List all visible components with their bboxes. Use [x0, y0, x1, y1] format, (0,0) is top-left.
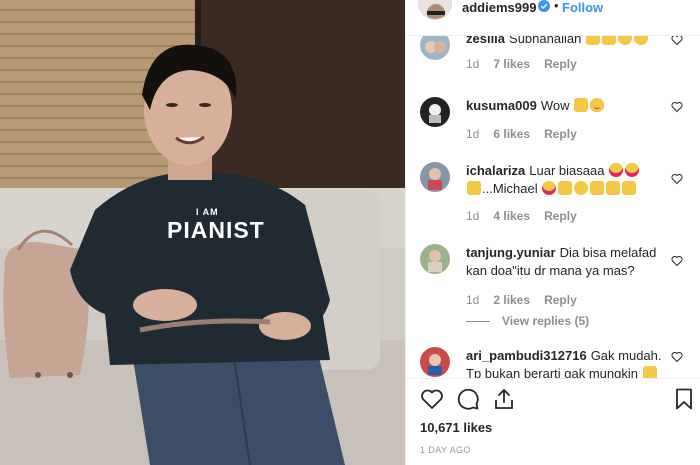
author-username[interactable]: addiems999: [462, 0, 536, 15]
comment-icon[interactable]: [456, 387, 480, 411]
like-comment-heart-icon[interactable]: [671, 255, 683, 267]
reply-button[interactable]: Reply: [544, 57, 577, 71]
emoji-clap-icon: [574, 98, 589, 112]
share-icon[interactable]: [492, 387, 516, 411]
like-comment-heart-icon[interactable]: [671, 101, 683, 113]
comment-username[interactable]: ari_pambudi312716: [466, 348, 587, 363]
follow-button[interactable]: Follow: [562, 0, 603, 15]
emoji-heart-eyes-icon: [609, 163, 624, 177]
comment-meta: 1d 7 likes Reply: [466, 57, 591, 71]
comment-text-block: tanjung.yuniar Dia bisa melafad kan doa"i…: [466, 244, 671, 280]
emoji-clap-icon: [606, 181, 621, 195]
comment-likes[interactable]: 7 likes: [493, 57, 530, 71]
like-comment-heart-icon[interactable]: [671, 351, 683, 363]
comment-username[interactable]: tanjung.yuniar: [466, 245, 556, 260]
post-actions: 10,671 likes 1 DAY AGO: [406, 378, 700, 465]
reply-button[interactable]: Reply: [544, 293, 577, 307]
comment-body: Wow: [540, 98, 570, 113]
post-media[interactable]: I AM PIANIST: [0, 0, 405, 465]
commenter-avatar[interactable]: [420, 244, 450, 274]
emoji-clap-icon: [642, 366, 657, 378]
comment-time: 1d: [466, 127, 480, 141]
post-timestamp[interactable]: 1 DAY AGO: [420, 445, 471, 455]
emoji-heart-eyes-icon: [542, 181, 557, 195]
view-replies-button[interactable]: View replies (5): [466, 314, 589, 328]
comment-username[interactable]: kusuma009: [466, 98, 537, 113]
comment-body-line2: kan doa"itu dr mana ya mas?: [466, 263, 635, 278]
emoji-pray-icon: [467, 181, 481, 195]
emoji-grin-icon: [633, 36, 648, 45]
like-heart-icon[interactable]: [420, 387, 444, 411]
like-comment-heart-icon[interactable]: [671, 173, 683, 185]
comment-text-block: ichalariza Luar biasaaa ...Michael: [466, 162, 671, 198]
emoji-clap-icon: [590, 181, 605, 195]
emoji-heart-eyes-icon: [625, 163, 640, 177]
post-header: addiems999 • Follow: [406, 0, 700, 36]
post-side-panel: addiems999 • Follow zesilia Subhanallah 1…: [405, 0, 700, 465]
author-avatar[interactable]: [418, 0, 452, 20]
comment-text-block: zesilia Subhanallah: [466, 36, 671, 48]
comment-body-line2: ...Michael: [482, 181, 538, 196]
like-comment-heart-icon[interactable]: [671, 36, 683, 46]
comment-meta: 1d 4 likes Reply: [466, 209, 591, 223]
comment-body: Luar biasaaa: [529, 163, 605, 178]
emoji-clap-icon: [585, 36, 600, 45]
emoji-grin-icon: [574, 181, 589, 195]
comment-username[interactable]: ichalariza: [466, 163, 525, 178]
comment-text-block: kusuma009 Wow: [466, 97, 671, 115]
comments-list[interactable]: zesilia Subhanallah 1d 7 likes Reply kusuma…: [406, 36, 700, 378]
commenter-avatar[interactable]: [420, 347, 450, 377]
comment-text-block: ari_pambudi312716 Gak mudah. Tp bukan ber…: [466, 347, 671, 378]
comment-body: Dia bisa melafad: [559, 245, 657, 260]
emoji-clap-icon: [622, 181, 637, 195]
comment-meta: 1d 6 likes Reply: [466, 127, 591, 141]
shirt-print-big: PIANIST: [167, 217, 265, 243]
shirt-print-small: I AM: [196, 207, 219, 217]
likes-count[interactable]: 10,671 likes: [420, 420, 492, 435]
comment-time: 1d: [466, 293, 480, 307]
view-replies-line: [466, 320, 490, 322]
comment-time: 1d: [466, 57, 480, 71]
comment-username[interactable]: zesilia: [466, 36, 505, 46]
commenter-avatar[interactable]: [420, 36, 450, 60]
reply-button[interactable]: Reply: [544, 127, 577, 141]
comment-body: Subhanallah: [509, 36, 582, 46]
emoji-clap-icon: [601, 36, 616, 45]
commenter-avatar[interactable]: [420, 97, 450, 127]
view-replies-label: View replies (5): [502, 314, 590, 328]
comment-likes[interactable]: 4 likes: [493, 209, 530, 223]
comment-body: Gak mudah.: [590, 348, 662, 363]
commenter-avatar[interactable]: [420, 162, 450, 192]
comment-likes[interactable]: 6 likes: [493, 127, 530, 141]
separator-dot: •: [554, 0, 559, 13]
reply-button[interactable]: Reply: [544, 209, 577, 223]
comment-likes[interactable]: 2 likes: [493, 293, 530, 307]
comment-meta: 1d 2 likes Reply: [466, 293, 591, 307]
emoji-pray-icon: [558, 181, 573, 195]
verified-badge-icon: [538, 0, 550, 12]
emoji-heart-eyes-icon: [590, 98, 605, 112]
comment-time: 1d: [466, 209, 480, 223]
emoji-grin-icon: [617, 36, 632, 45]
comment-body-line2: Tp bukan berarti gak mungkin: [466, 366, 638, 378]
save-bookmark-icon[interactable]: [672, 387, 696, 411]
